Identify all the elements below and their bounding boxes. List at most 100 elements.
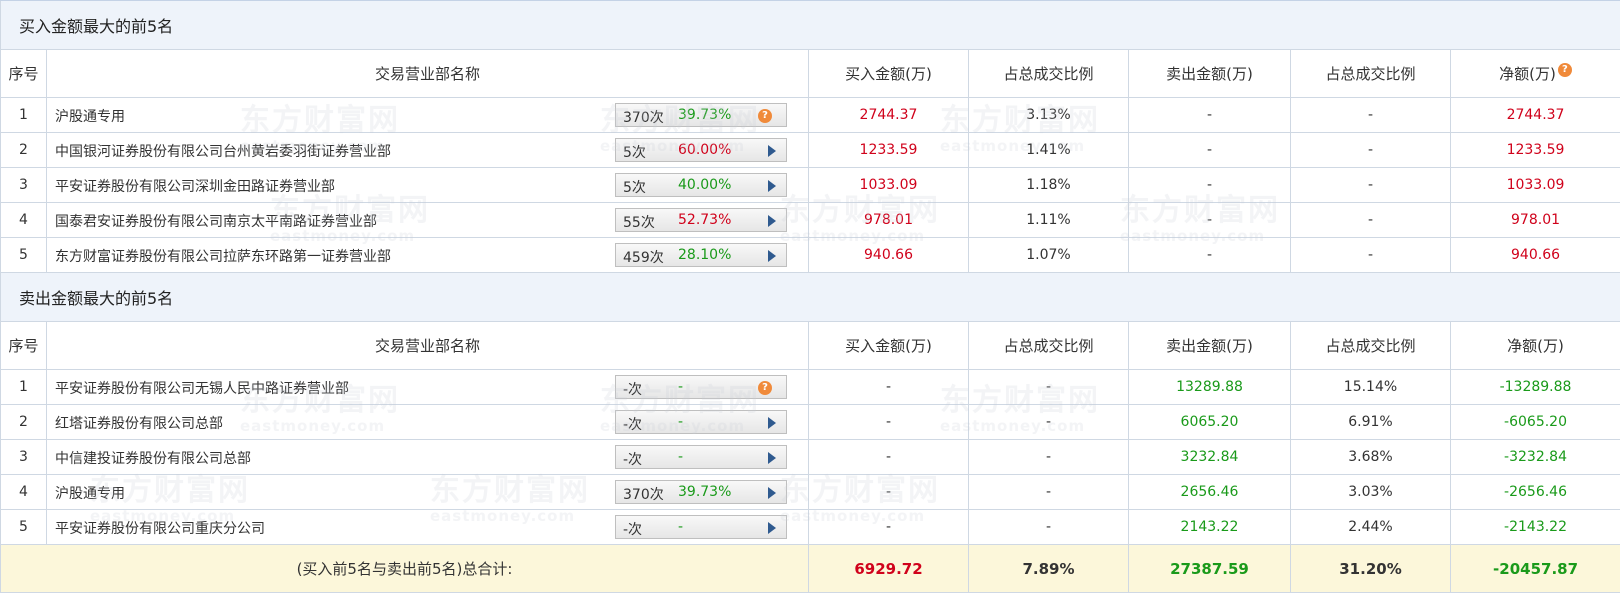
expand-arrow-icon[interactable] — [768, 417, 776, 429]
row-sell-ratio: - — [1290, 97, 1451, 133]
header-seq: 序号 — [0, 49, 47, 98]
header-label: 卖出金额(万) — [1166, 65, 1253, 83]
row-buy-ratio: 3.13% — [968, 97, 1129, 133]
table-row: 4 国泰君安证券股份有限公司南京太平南路证券营业部 55次 52.73% 978.01 1… — [0, 202, 1620, 238]
branch-stat-box[interactable]: -次 - — [615, 445, 787, 469]
total-label: (买入前5名与卖出前5名)总合计: — [0, 544, 809, 593]
row-buy-amount: 978.01 — [808, 202, 969, 238]
expand-arrow-icon[interactable] — [768, 215, 776, 227]
table-row: 4 沪股通专用 370次 39.73% - -2656.46 3.03% -2656.46 — [0, 474, 1620, 510]
branch-stat-box[interactable]: 370次 39.73% — [615, 480, 787, 504]
branch-stat-box[interactable]: 459次 28.10% — [615, 243, 787, 267]
branch-stat-box[interactable]: -次 - — [615, 515, 787, 539]
header-label: 占总成交比例 — [1003, 65, 1094, 83]
row-seq: 4 — [0, 474, 47, 510]
row-buy-ratio: - — [968, 509, 1129, 545]
branch-name[interactable]: 红塔证券股份有限公司总部 — [55, 413, 223, 433]
row-sell-amount: - — [1128, 202, 1291, 238]
help-icon[interactable]: ? — [758, 109, 772, 123]
header-label: 交易营业部名称 — [374, 65, 480, 83]
expand-arrow-icon[interactable] — [768, 487, 776, 499]
row-sell-ratio: 6.91% — [1290, 404, 1451, 440]
branch-cell: 沪股通专用 370次 39.73% — [48, 476, 808, 509]
trade-count: 55次 — [623, 215, 655, 231]
row-buy-amount: - — [808, 439, 969, 475]
branch-stat-box[interactable]: 55次 52.73% — [615, 208, 787, 232]
branch-cell: 平安证券股份有限公司重庆分公司 -次 - — [48, 511, 808, 544]
branch-name[interactable]: 沪股通专用 — [55, 483, 125, 503]
row-seq: 5 — [0, 237, 47, 273]
branch-name[interactable]: 沪股通专用 — [55, 106, 125, 126]
row-sell-amount: 2143.22 — [1128, 509, 1291, 545]
row-seq: 3 — [0, 167, 47, 203]
table-row: 5 平安证券股份有限公司重庆分公司 -次 - - -2143.22 2.44% -2143.2… — [0, 509, 1620, 545]
row-net-amount: 940.66 — [1449, 237, 1620, 273]
row-buy-amount: 940.66 — [808, 237, 969, 273]
sell-section-title-row: 卖出金额最大的前5名 — [0, 272, 1620, 322]
row-buy-ratio: - — [968, 474, 1129, 510]
header-buy-ratio: 占总成交比例 — [968, 49, 1129, 98]
header-label: 占总成交比例 — [1003, 337, 1094, 355]
row-net-amount: 1233.59 — [1449, 132, 1620, 168]
branch-name[interactable]: 平安证券股份有限公司无锡人民中路证券营业部 — [55, 378, 349, 398]
help-icon[interactable]: ? — [1557, 63, 1572, 77]
expand-arrow-icon[interactable] — [768, 250, 776, 262]
table-row: 2 中国银河证券股份有限公司台州黄岩委羽街证券营业部 5次 60.00% 1233.59… — [0, 132, 1620, 168]
win-rate: - — [678, 449, 684, 465]
row-sell-ratio: 3.03% — [1290, 474, 1451, 510]
row-net-amount: 1033.09 — [1449, 167, 1620, 203]
row-buy-ratio: 1.07% — [968, 237, 1129, 273]
branch-stat-box[interactable]: 5次 60.00% — [615, 138, 787, 162]
lhb-detail-panel: 买入金额最大的前5名 序号 交易营业部名称 买入金额(万) 占总成交比例 卖出金额(万) 占… — [0, 0, 1620, 600]
row-branch: 中国银河证券股份有限公司台州黄岩委羽街证券营业部 5次 60.00% — [46, 132, 809, 168]
header-net: 净额(万) — [1449, 321, 1620, 370]
expand-arrow-icon[interactable] — [768, 145, 776, 157]
win-rate: 39.73% — [678, 107, 732, 123]
branch-name[interactable]: 中国银河证券股份有限公司台州黄岩委羽街证券营业部 — [55, 141, 391, 161]
table-row: 5 东方财富证券股份有限公司拉萨东环路第一证券营业部 459次 28.10% 940.6… — [0, 237, 1620, 273]
header-label: 占总成交比例 — [1325, 337, 1416, 355]
branch-name[interactable]: 平安证券股份有限公司重庆分公司 — [55, 518, 265, 538]
header-row: 序号 交易营业部名称 买入金额(万) 占总成交比例 卖出金额(万) 占总成交比例 净额(万) — [0, 321, 1620, 370]
header-buy: 买入金额(万) — [808, 49, 969, 98]
row-sell-amount: - — [1128, 132, 1291, 168]
branch-stat-box[interactable]: 5次 40.00% — [615, 173, 787, 197]
row-sell-ratio: - — [1290, 132, 1451, 168]
header-sell: 卖出金额(万) — [1128, 49, 1291, 98]
row-buy-amount: - — [808, 509, 969, 545]
win-rate: - — [678, 379, 684, 395]
row-buy-ratio: 1.18% — [968, 167, 1129, 203]
help-icon[interactable]: ? — [758, 381, 772, 395]
row-sell-ratio: - — [1290, 167, 1451, 203]
branch-stat-box[interactable]: 370次 39.73%? — [615, 103, 787, 127]
row-net-amount: -6065.20 — [1449, 404, 1620, 440]
table-row: 1 平安证券股份有限公司无锡人民中路证券营业部 -次 -? - -13289.88 15.1… — [0, 369, 1620, 405]
branch-cell: 中信建投证券股份有限公司总部 -次 - — [48, 441, 808, 474]
row-sell-ratio: - — [1290, 237, 1451, 273]
branch-stat-box[interactable]: -次 -? — [615, 375, 787, 399]
header-buy-ratio: 占总成交比例 — [968, 321, 1129, 370]
expand-arrow-icon[interactable] — [768, 452, 776, 464]
header-label: 净额(万) — [1499, 65, 1556, 83]
row-seq: 2 — [0, 404, 47, 440]
header-label: 交易营业部名称 — [374, 337, 480, 355]
trade-count: 5次 — [623, 180, 646, 196]
trade-count: -次 — [623, 452, 643, 468]
branch-name[interactable]: 中信建投证券股份有限公司总部 — [55, 448, 251, 468]
row-sell-amount: 2656.46 — [1128, 474, 1291, 510]
branch-name[interactable]: 平安证券股份有限公司深圳金田路证券营业部 — [55, 176, 335, 196]
branch-name[interactable]: 国泰君安证券股份有限公司南京太平南路证券营业部 — [55, 211, 377, 231]
row-seq: 4 — [0, 202, 47, 238]
win-rate: 60.00% — [678, 142, 732, 158]
table-row: 2 红塔证券股份有限公司总部 -次 - - -6065.20 6.91% -6065.20 — [0, 404, 1620, 440]
expand-arrow-icon[interactable] — [768, 522, 776, 534]
buy-section-title-row: 买入金额最大的前5名 — [0, 0, 1620, 50]
row-sell-ratio: 2.44% — [1290, 509, 1451, 545]
branch-stat-box[interactable]: -次 - — [615, 410, 787, 434]
row-buy-amount: - — [808, 474, 969, 510]
branch-name[interactable]: 东方财富证券股份有限公司拉萨东环路第一证券营业部 — [55, 246, 391, 266]
row-buy-ratio: - — [968, 369, 1129, 405]
win-rate: 28.10% — [678, 247, 732, 263]
header-label: 序号 — [8, 337, 39, 355]
expand-arrow-icon[interactable] — [768, 180, 776, 192]
